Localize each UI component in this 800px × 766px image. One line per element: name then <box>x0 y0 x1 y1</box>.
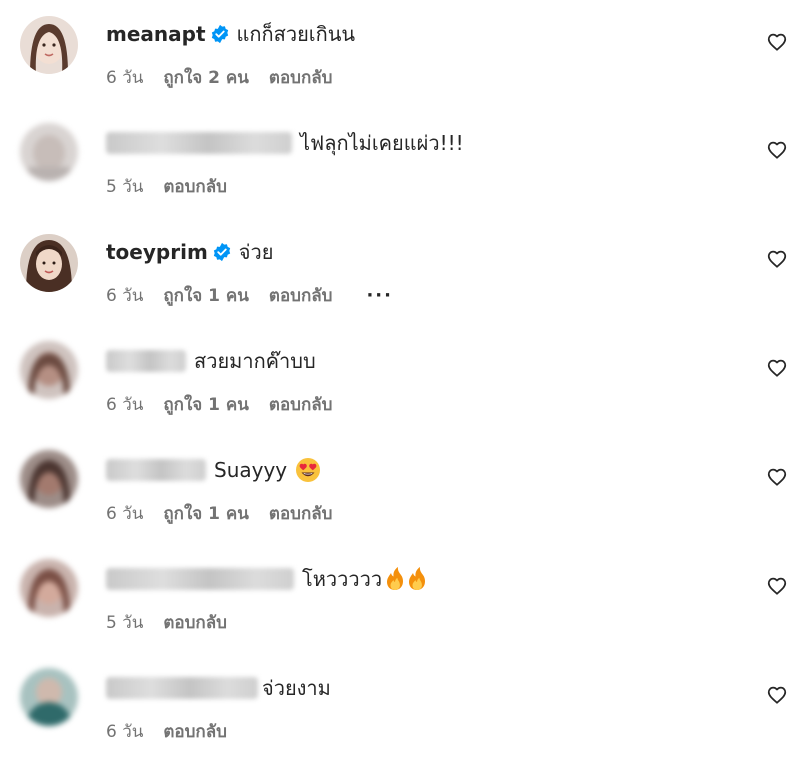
heart-outline-icon[interactable] <box>766 31 788 53</box>
comment-item: meanapt แกก็สวยเกินน 6 วัน ถูกใจ 2 คน ตอ… <box>0 12 800 112</box>
comment-line: ไฟลุกไม่เคยแผ่ว!!! <box>106 129 464 157</box>
comment-text: จ่วยงาม <box>262 676 331 700</box>
comment-item: สวยมากค๊าบบ 6 วัน ถูกใจ 1 คน ตอบกลับ <box>0 339 800 439</box>
heart-outline-icon[interactable] <box>766 684 788 706</box>
username-blurred[interactable] <box>106 132 292 154</box>
reply-button[interactable]: ตอบกลับ <box>163 718 227 745</box>
comment-item: จ่วยงาม 6 วัน ตอบกลับ <box>0 666 800 766</box>
heart-outline-icon[interactable] <box>766 466 788 488</box>
username-blurred[interactable] <box>106 350 186 372</box>
comment-line: จ่วยงาม <box>106 674 331 702</box>
avatar[interactable] <box>20 16 78 74</box>
comment-line: toeyprim จ่วย <box>106 238 273 266</box>
comment-meta: 6 วัน ถูกใจ 1 คน ตอบกลับ <box>106 500 352 527</box>
reply-button[interactable]: ตอบกลับ <box>269 391 333 418</box>
comment-item: ไฟลุกไม่เคยแผ่ว!!! 5 วัน ตอบกลับ <box>0 121 800 221</box>
reply-button[interactable]: ตอบกลับ <box>163 173 227 200</box>
comment-item: Suayyy 6 วัน ถูกใจ 1 คน ตอบกลับ <box>0 448 800 548</box>
likes-count[interactable]: ถูกใจ 1 คน <box>163 391 249 418</box>
comment-text: โหววววว <box>302 567 383 591</box>
avatar[interactable] <box>20 234 78 292</box>
avatar[interactable] <box>20 668 78 726</box>
avatar[interactable] <box>20 559 78 617</box>
fire-emoji <box>387 567 426 590</box>
comment-line: meanapt แกก็สวยเกินน <box>106 20 355 48</box>
username-blurred[interactable] <box>106 459 206 481</box>
comment-time: 6 วัน <box>106 395 144 415</box>
comment-text: Suayyy <box>214 458 288 482</box>
heart-outline-icon[interactable] <box>766 248 788 270</box>
comment-time: 5 วัน <box>106 177 144 197</box>
comment-meta: 6 วัน ถูกใจ 1 คน ตอบกลับ <box>106 391 352 418</box>
comment-meta: 6 วัน ถูกใจ 1 คน ตอบกลับ ··· <box>106 282 413 309</box>
comment-meta: 5 วัน ตอบกลับ <box>106 609 247 636</box>
likes-count[interactable]: ถูกใจ 1 คน <box>163 282 249 309</box>
comment-text: สวยมากค๊าบบ <box>194 349 316 373</box>
heart-eyes-emoji <box>296 458 321 482</box>
comment-text: ไฟลุกไม่เคยแผ่ว!!! <box>300 131 464 155</box>
comment-text: จ่วย <box>238 240 274 264</box>
username-blurred[interactable] <box>106 568 294 590</box>
comment-line: Suayyy <box>106 456 321 484</box>
heart-outline-icon[interactable] <box>766 575 788 597</box>
verified-badge-icon <box>211 24 228 44</box>
avatar[interactable] <box>20 341 78 399</box>
heart-outline-icon[interactable] <box>766 139 788 161</box>
avatar[interactable] <box>20 450 78 508</box>
comment-meta: 5 วัน ตอบกลับ <box>106 173 247 200</box>
comment-time: 6 วัน <box>106 68 144 88</box>
reply-button[interactable]: ตอบกลับ <box>269 282 333 309</box>
reply-button[interactable]: ตอบกลับ <box>163 609 227 636</box>
avatar[interactable] <box>20 123 78 181</box>
comment-time: 6 วัน <box>106 722 144 742</box>
comment-meta: 6 วัน ถูกใจ 2 คน ตอบกลับ <box>106 64 352 91</box>
more-options-icon[interactable]: ··· <box>366 285 393 306</box>
reply-button[interactable]: ตอบกลับ <box>269 500 333 527</box>
comment-item: โหววววว 5 วัน ตอบกลับ <box>0 557 800 657</box>
comment-line: โหววววว <box>106 565 428 593</box>
comment-meta: 6 วัน ตอบกลับ <box>106 718 247 745</box>
comment-time: 6 วัน <box>106 286 144 306</box>
reply-button[interactable]: ตอบกลับ <box>269 64 333 91</box>
comment-time: 6 วัน <box>106 504 144 524</box>
username[interactable]: toeyprim <box>106 240 208 264</box>
likes-count[interactable]: ถูกใจ 1 คน <box>163 500 249 527</box>
comment-item: toeyprim จ่วย 6 วัน ถูกใจ 1 คน ตอบกลับ ·… <box>0 230 800 330</box>
username[interactable]: meanapt <box>106 22 206 46</box>
verified-badge-icon <box>213 242 230 262</box>
likes-count[interactable]: ถูกใจ 2 คน <box>163 64 249 91</box>
comment-text: แกก็สวยเกินน <box>236 22 356 46</box>
username-blurred[interactable] <box>106 677 258 699</box>
comment-line: สวยมากค๊าบบ <box>106 347 316 375</box>
heart-outline-icon[interactable] <box>766 357 788 379</box>
comment-time: 5 วัน <box>106 613 144 633</box>
